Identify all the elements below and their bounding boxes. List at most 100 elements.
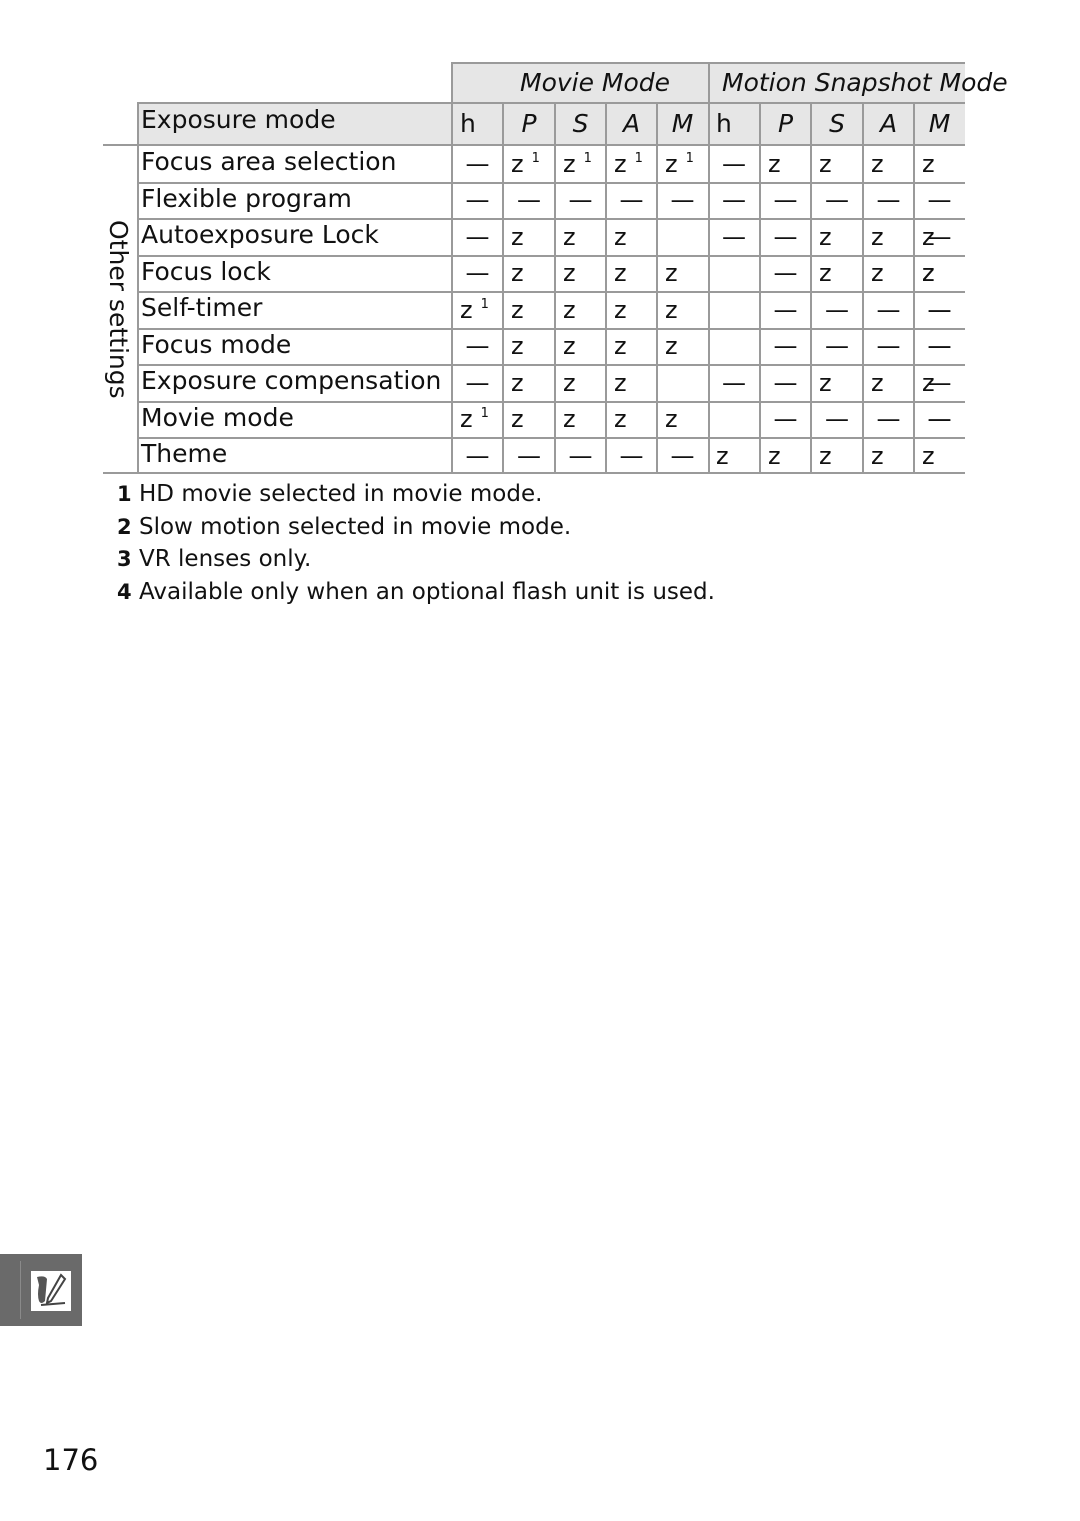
table-cell: z — [819, 441, 832, 470]
cell-mark: z — [460, 295, 473, 324]
table-cell: — — [722, 222, 746, 251]
table-cell: z — [665, 259, 678, 287]
cell-mark: z — [665, 149, 678, 178]
table-cell: z — [511, 295, 524, 324]
table-cell: — — [670, 441, 695, 470]
grid-line — [656, 102, 658, 473]
table-cell: z — [768, 441, 781, 470]
grid-line — [605, 102, 607, 473]
table-cell: — — [927, 186, 952, 214]
row-label: Movie mode — [141, 402, 294, 432]
table-cell: — — [619, 441, 644, 470]
grid-line — [103, 472, 965, 474]
footnote-ref: 1 — [480, 406, 489, 421]
table-cell: z — [871, 149, 884, 178]
side-label: Other settings — [104, 220, 133, 399]
table-cell: — — [465, 441, 490, 470]
footnote-text: Slow motion selected in movie mode. — [139, 513, 572, 540]
table-cell: z — [922, 441, 935, 470]
table-cell: — — [825, 332, 849, 360]
table-cell: z1 — [665, 146, 694, 187]
footnote-ref: 1 — [634, 150, 643, 166]
table-cell: — — [619, 186, 644, 214]
table-cell: z — [665, 405, 678, 433]
table-cell: z — [819, 259, 832, 287]
table-cell: z — [716, 441, 729, 470]
table-cell: — — [517, 186, 541, 214]
table-cell: — — [465, 259, 490, 287]
footnote-text: Available only when an optional flash un… — [139, 578, 715, 605]
grid-line — [137, 327, 965, 330]
row-label: Self-timer — [141, 293, 263, 322]
table-cell: — — [825, 295, 849, 324]
grid-line — [103, 144, 965, 146]
table-cell: — — [773, 295, 798, 324]
table-cell: z — [614, 295, 627, 324]
mode-header-9: M — [928, 109, 951, 138]
table-cell: z — [922, 149, 935, 178]
table-cell: z — [665, 332, 678, 360]
table-cell: — — [722, 368, 746, 397]
footnote-ref: 1 — [685, 150, 694, 166]
footnote-ref: 1 — [531, 150, 540, 166]
table-cell: z — [614, 222, 627, 251]
mode-header-2: S — [572, 109, 589, 138]
table-cell: — — [773, 222, 798, 251]
table-cell: — — [722, 149, 746, 178]
table-cell: z — [563, 295, 576, 324]
table-cell: — — [465, 368, 490, 397]
table-cell: z — [922, 259, 935, 287]
table-cell: z1 — [614, 146, 643, 187]
group-header-snapshot: Motion Snapshot Mode — [722, 68, 1008, 97]
table-cell: — — [773, 259, 798, 287]
table-cell: z — [614, 405, 627, 433]
table-cell: — — [927, 295, 952, 324]
footnote-text: HD movie selected in movie mode. — [139, 481, 543, 507]
mode-header-6: P — [777, 109, 794, 138]
table-cell: z1 — [563, 146, 592, 187]
table-cell: z1 — [460, 401, 489, 442]
footnote: 1 HD movie selected in movie mode. — [117, 478, 542, 510]
footnote-number: 1 — [117, 482, 132, 506]
table-cell: — — [825, 405, 849, 433]
grid-line — [137, 437, 965, 439]
table-cell: z — [871, 368, 884, 397]
table-cell: — — [568, 441, 593, 470]
footnote: 4 Available only when an optional flash u… — [117, 576, 715, 608]
table-cell: z — [563, 368, 576, 397]
exposure-mode-label: Exposure mode — [141, 105, 336, 134]
footnote-ref: 1 — [583, 150, 592, 166]
table-cell: z — [511, 405, 524, 433]
table-cell: z — [871, 222, 884, 251]
cell-mark: z — [511, 149, 524, 178]
footnote-ref: 1 — [480, 296, 489, 312]
grid-line — [554, 102, 556, 473]
grid-line — [862, 102, 864, 473]
table-cell: z — [511, 259, 524, 287]
grid-line — [451, 62, 453, 473]
table-cell: z — [563, 405, 576, 433]
grid-line — [137, 218, 965, 220]
table-cell: z — [563, 222, 576, 251]
row-label: Focus lock — [141, 256, 271, 286]
cell-mark: z — [563, 149, 576, 178]
table-cell: z — [511, 222, 524, 251]
table-cell: — — [876, 332, 901, 360]
mode-header-4: M — [671, 109, 694, 138]
table-cell: — — [825, 186, 849, 214]
table-cell: z — [614, 259, 627, 287]
table-cell: z1 — [460, 292, 489, 333]
table-cell: — — [876, 405, 901, 433]
grid-line — [137, 181, 965, 184]
table-cell: — — [876, 295, 901, 324]
mode-header-8: A — [879, 109, 898, 138]
grid-line — [810, 102, 812, 473]
table-cell: — — [465, 332, 490, 360]
table-cell: — — [773, 186, 798, 214]
section-tab[interactable] — [0, 1254, 82, 1326]
table-cell: z — [871, 441, 884, 470]
table-cell: — — [670, 186, 695, 214]
grid-line — [913, 102, 915, 473]
table-cell: — — [773, 368, 798, 397]
footnote: 3 VR lenses only. — [117, 543, 311, 575]
